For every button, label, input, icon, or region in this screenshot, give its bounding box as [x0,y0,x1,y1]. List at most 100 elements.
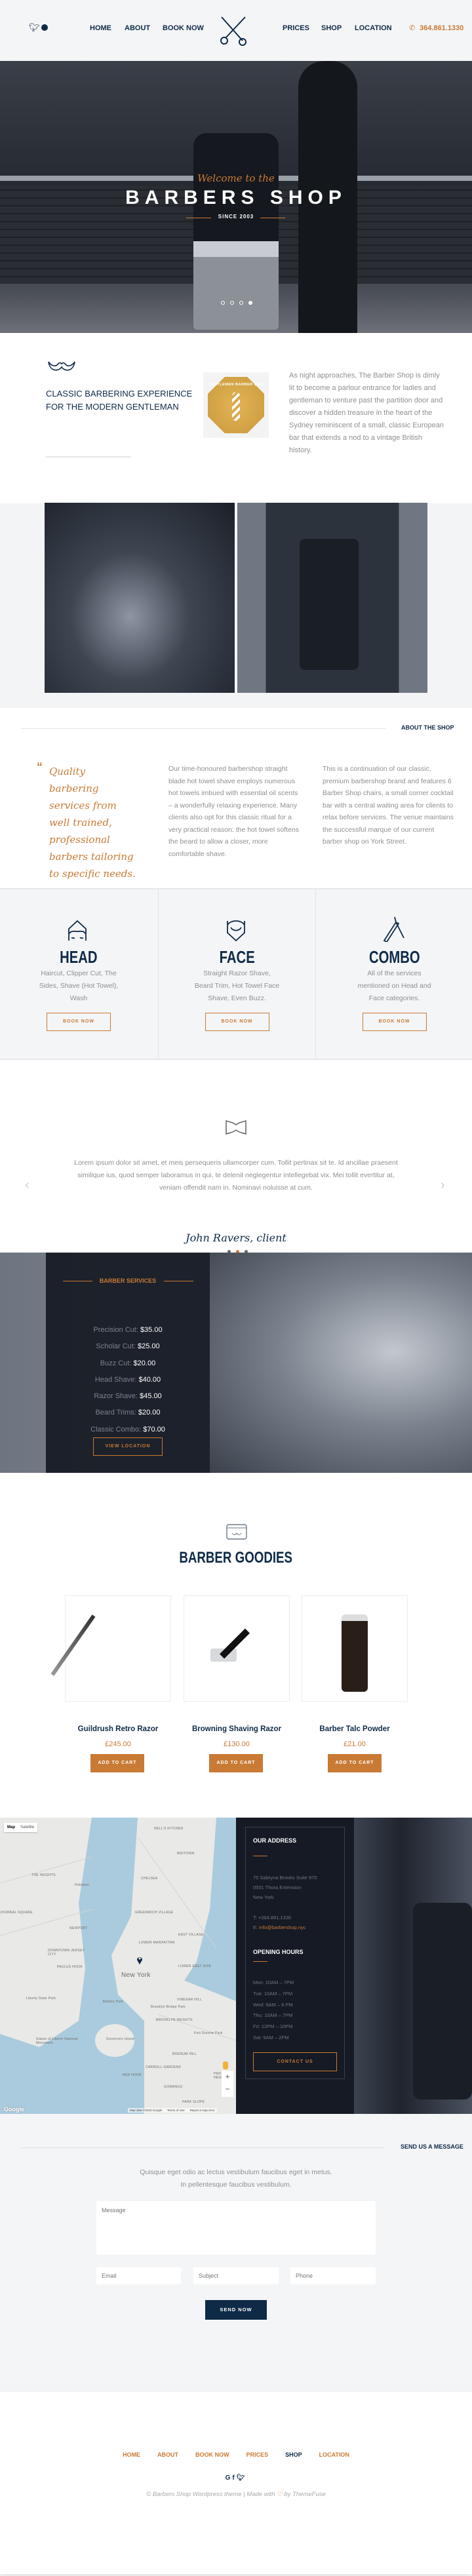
price-item: Head Shave: $40.00 [94,1375,161,1384]
map-label: Liberty State Park [26,1997,56,2000]
service-face: FACE Straight Razor Shave, Beard Trim, H… [158,889,315,1060]
map-tab-map[interactable]: Map [7,1825,15,1829]
slider-dot[interactable] [230,301,234,305]
chevron-left-icon[interactable]: ‹ [25,1178,30,1193]
scissors-icon[interactable] [219,16,253,47]
slider-dot-active[interactable] [248,301,252,305]
map-label: VINEGAR HILL [177,1998,203,2002]
goodies-title: BARBER GOODIES [179,1549,293,1567]
nav-about[interactable]: ABOUT [125,24,150,32]
product-price: £130.00 [224,1740,250,1748]
razor-scissors-photo [45,503,235,693]
view-location-button[interactable]: VIEW LOCATION [93,1437,163,1456]
footer-nav-location[interactable]: LOCATION [319,2451,349,2458]
divider [21,2147,384,2148]
slider-dot[interactable] [239,301,243,305]
book-now-button[interactable]: BOOK NOW [205,1013,269,1031]
map-label: PARK SLOPE [182,2100,205,2104]
services-section: HEAD Haircut, Clipper Cut, The Sides, Sh… [0,888,472,1060]
map-pin-icon[interactable] [136,1955,143,1964]
phone-input[interactable] [290,2267,376,2284]
book-now-button[interactable]: BOOK NOW [362,1013,427,1031]
message-textarea[interactable] [96,2201,376,2255]
zoom-out-button[interactable]: − [222,2083,233,2096]
add-to-cart-button[interactable]: ADD TO CART [328,1754,382,1772]
add-to-cart-button[interactable]: ADD TO CART [209,1754,263,1772]
twitter-icon[interactable]: 🐦︎ [29,22,40,33]
email-link[interactable]: info@barbershop.nyc [259,1924,305,1930]
send-now-button[interactable]: SEND NOW [205,2300,267,2320]
hero-since: SINCE 2003 [218,214,254,220]
address-title: OUR ADDRESS [253,1837,297,1844]
map-type-toggle: Map Satellite [4,1823,38,1832]
map-label: HELL'S KITCHEN [154,1827,184,1831]
google-icon[interactable]: G [226,2474,233,2482]
product-price: £245.00 [105,1740,131,1748]
themefuse-link[interactable]: by ThemeFuse [284,2491,325,2498]
zoom-in-button[interactable]: + [222,2071,233,2083]
service-desc: Haircut, Clipper Cut, The Sides, Shave (… [39,969,119,1002]
header-phone[interactable]: 364.861.1330 [420,24,463,32]
message-section: SEND US A MESSAGE Quisque eget odio ac l… [0,2114,472,2383]
divider [46,456,131,458]
footer-nav-prices[interactable]: PRICES [246,2451,269,2458]
chevron-right-icon[interactable]: › [441,1178,445,1193]
product-image[interactable] [302,1595,408,1702]
site-header: 🐦︎ HOME ABOUT BOOK NOW PRICES SHOP LOCAT… [0,0,472,61]
map-label: Hoboken [75,1883,90,1887]
about-section: ABOUT THE SHOP “ Quality barbering servi… [0,708,472,888]
nav-book-now[interactable]: BOOK NOW [163,24,204,32]
nav-prices[interactable]: PRICES [283,24,309,32]
slider-dots [221,301,252,305]
map-label: NEWPORT [69,1926,88,1930]
service-title: FACE [219,947,255,967]
about-col1: Our time-honoured barbershop straight bl… [168,765,300,858]
price-list: Precision Cut: $35.00 Scholar Cut: $25.0… [46,1322,210,1438]
footer-nav-home[interactable]: HOME [123,2451,140,2458]
badge-text: GENTLEMEN BARBER CLUB [208,383,266,387]
hero-script: Welcome to the [197,172,275,184]
messenger-icon[interactable] [41,24,48,31]
map-tab-satellite[interactable]: Satellite [20,1825,34,1829]
add-to-cart-button[interactable]: ADD TO CART [90,1754,144,1772]
product-name[interactable]: Browning Shaving Razor [184,1725,290,1733]
product-image[interactable] [184,1595,290,1702]
map-label: DOWNTOWN JERSEY CITY [48,1949,85,1957]
book-now-button[interactable]: BOOK NOW [47,1013,111,1031]
map-label: Governors Island [106,2037,134,2041]
map-label: GREENWICH VILLAGE [135,1911,174,1915]
nav-home[interactable]: HOME [90,24,111,32]
divider [21,728,385,729]
beard-icon [227,920,245,942]
nav-location[interactable]: LOCATION [355,24,392,32]
product-image[interactable] [50,1595,171,1702]
twitter-icon[interactable]: 🐦︎ [237,2474,247,2482]
footer-nav-shop[interactable]: SHOP [285,2451,302,2458]
mustache-icon [48,361,75,371]
street-view-icon[interactable] [223,2061,228,2069]
map-label: JOURNAL SQUARE [0,1911,33,1915]
service-title: COMBO [368,947,420,967]
location-section: Map Satellite HELL'S KITCHEN MIDTOWN THE H… [0,1818,472,2114]
footer-nav-book-now[interactable]: BOOK NOW [195,2451,229,2458]
product-name[interactable]: Barber Talc Powder [302,1725,408,1733]
slider-dot[interactable] [221,301,225,305]
razor-icon [383,916,404,942]
contact-us-button[interactable]: CONTACT US [253,2052,337,2071]
product-name[interactable]: Guildrush Retro Razor [65,1725,171,1733]
testimonial-section: Lorem ipsum dolor sit amet, et meis pers… [0,1060,472,1253]
chair-photo [354,1818,472,2114]
map-label: PAULUS HOOK [57,1965,83,1969]
map-zoom-controls: + − [222,2071,233,2097]
map-label: CHELSEA [141,1877,158,1881]
email-input[interactable] [96,2267,181,2284]
nav-shop[interactable]: SHOP [321,24,342,32]
product-price: £21.00 [344,1740,366,1748]
subject-input[interactable] [193,2267,279,2284]
about-col2: This is a continuation of our classic, p… [323,765,454,846]
map[interactable]: Map Satellite HELL'S KITCHEN MIDTOWN THE H… [0,1818,236,2114]
about-quote: Quality barbering services from well tra… [49,766,136,880]
footer-nav-about[interactable]: ABOUT [157,2451,178,2458]
contact-email-line: E: info@barbershop.nyc [253,1924,306,1930]
address: 75 Sabryna Brooks Suite 970 0501 Thora Ex… [253,1873,317,1932]
